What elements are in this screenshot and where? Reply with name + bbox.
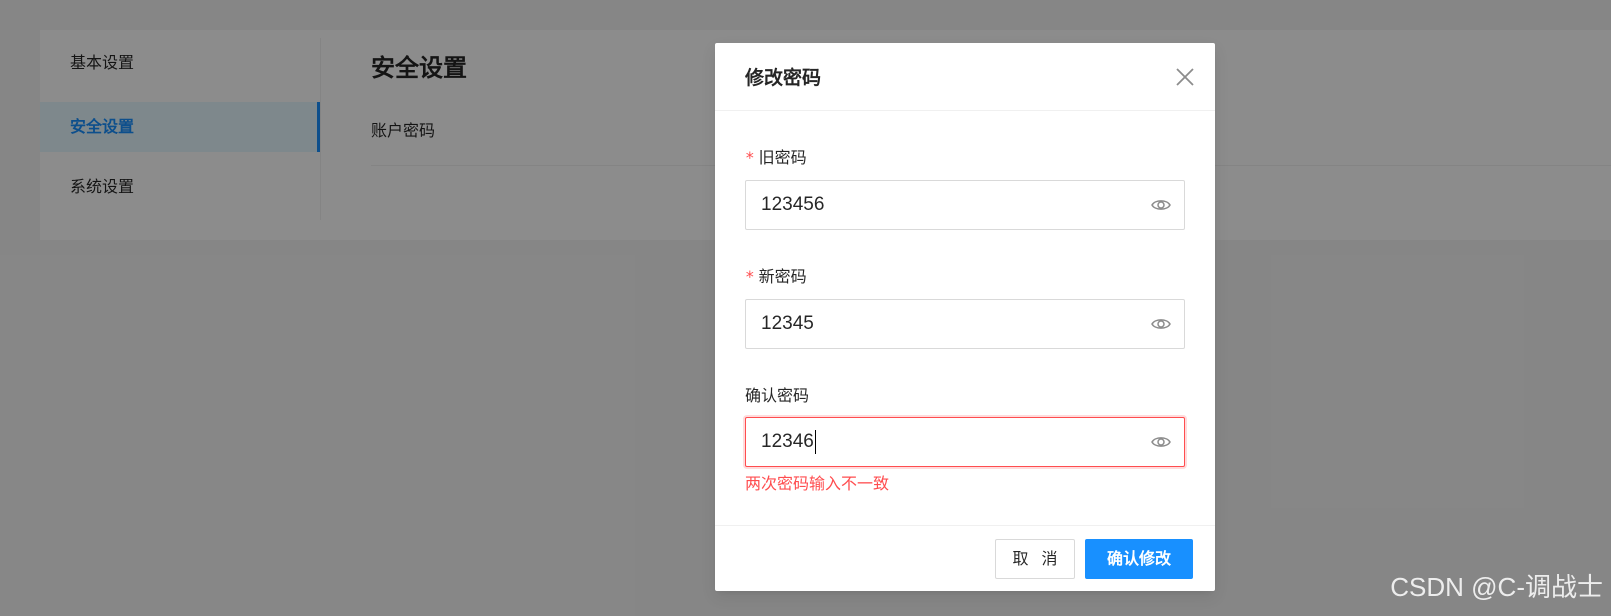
new-password-input[interactable]: 12345 <box>745 299 1185 349</box>
old-password-value: 123456 <box>761 194 825 215</box>
cancel-button[interactable]: 取 消 <box>995 539 1075 579</box>
eye-icon[interactable] <box>1150 431 1172 453</box>
eye-icon[interactable] <box>1150 313 1172 335</box>
modal-title: 修改密码 <box>745 67 822 89</box>
new-password-label-text: 新密码 <box>758 267 807 286</box>
watermark: CSDN @C-调战士 <box>1390 572 1603 602</box>
required-mark: * <box>745 148 755 167</box>
eye-icon[interactable] <box>1150 194 1172 216</box>
modal-footer: 取 消 确认修改 <box>715 525 1215 591</box>
confirm-password-label-text: 确认密码 <box>745 386 810 405</box>
old-password-label: * 旧密码 <box>745 144 807 168</box>
required-mark: * <box>745 267 755 286</box>
confirm-password-input[interactable]: 12346 <box>745 417 1185 467</box>
old-password-label-text: 旧密码 <box>758 148 807 167</box>
modal-header: 修改密码 <box>715 43 1215 111</box>
text-caret <box>814 429 816 454</box>
confirm-password-error: 两次密码输入不一致 <box>745 474 890 493</box>
new-password-label: * 新密码 <box>745 263 807 287</box>
confirm-password-label: 确认密码 <box>745 382 809 406</box>
confirm-password-value-text: 12346 <box>761 431 814 452</box>
close-icon[interactable] <box>1173 65 1197 89</box>
new-password-value: 12345 <box>761 313 814 334</box>
confirm-change-button[interactable]: 确认修改 <box>1085 539 1193 579</box>
old-password-input[interactable]: 123456 <box>745 180 1185 230</box>
change-password-modal: 修改密码 * 旧密码 123456 * 新密码 12345 确认密码 12346… <box>715 43 1215 591</box>
confirm-password-value: 12346 <box>761 418 816 466</box>
